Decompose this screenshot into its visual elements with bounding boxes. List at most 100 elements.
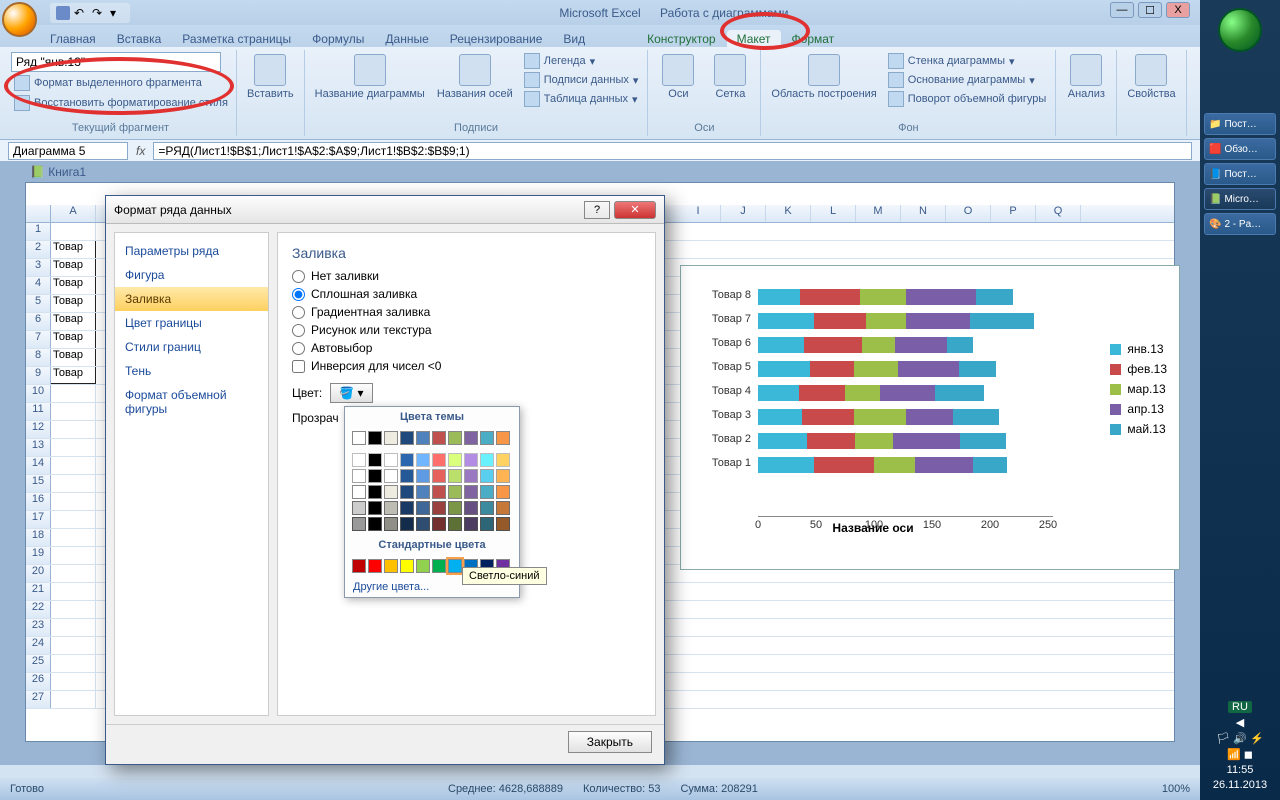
color-swatch[interactable] [416,431,430,445]
dialog-close-footer-button[interactable]: Закрыть [568,731,652,753]
color-swatch[interactable] [416,469,430,483]
color-swatch[interactable] [352,431,366,445]
color-swatch[interactable] [432,485,446,499]
chart-element-selector[interactable] [11,52,221,72]
nav-border-style[interactable]: Стили границ [115,335,268,359]
3d-rotation-button[interactable]: Поворот объемной фигуры [885,90,1050,108]
dialog-close-button[interactable]: ✕ [614,201,656,219]
chart-floor-button[interactable]: Основание диаграммы ▾ [885,71,1050,89]
color-swatch[interactable] [400,469,414,483]
qat-dropdown-icon[interactable]: ▾ [110,6,124,20]
color-swatch[interactable] [400,501,414,515]
color-swatch[interactable] [496,517,510,531]
dialog-titlebar[interactable]: Формат ряда данных ? ✕ [106,196,664,224]
taskbar-item[interactable]: 🎨 2 - Pa… [1204,213,1276,235]
save-icon[interactable] [56,6,70,20]
tab-page-layout[interactable]: Разметка страницы [172,30,301,47]
taskbar-item[interactable]: 🟥 Обзо… [1204,138,1276,160]
tray-icons[interactable]: 🏳 🔊 ⚡ [1200,732,1280,745]
color-swatch[interactable] [384,559,398,573]
color-swatch[interactable] [480,469,494,483]
col-N[interactable]: N [901,205,946,222]
radio-gradient-fill[interactable]: Градиентная заливка [292,303,641,321]
color-swatch[interactable] [464,469,478,483]
color-swatch[interactable] [432,517,446,531]
color-swatch[interactable] [368,485,382,499]
color-swatch[interactable] [432,453,446,467]
color-swatch[interactable] [416,501,430,515]
color-swatch[interactable] [496,453,510,467]
col-J[interactable]: J [721,205,766,222]
col-A[interactable]: A [51,205,96,222]
tab-format[interactable]: Формат [782,30,845,47]
analysis-button[interactable]: Анализ [1062,52,1110,102]
axes-button[interactable]: Оси [654,52,702,102]
color-swatch[interactable] [368,517,382,531]
data-labels-button[interactable]: Подписи данных ▾ [521,71,642,89]
legend-button[interactable]: Легенда ▾ [521,52,642,70]
col-M[interactable]: M [856,205,901,222]
color-swatch[interactable] [480,485,494,499]
clock-time[interactable]: 11:55 [1200,764,1280,776]
tab-maket[interactable]: Макет [727,30,781,47]
color-swatch[interactable] [384,431,398,445]
office-button[interactable] [2,2,37,37]
properties-button[interactable]: Свойства [1123,52,1179,102]
nav-border-color[interactable]: Цвет границы [115,311,268,335]
color-swatch[interactable] [384,469,398,483]
dialog-help-button[interactable]: ? [584,201,610,219]
color-swatch[interactable] [448,501,462,515]
chart-title-button[interactable]: Название диаграммы [311,52,429,102]
color-swatch[interactable] [352,453,366,467]
color-swatch[interactable] [384,453,398,467]
color-swatch[interactable] [416,453,430,467]
start-button[interactable] [1218,8,1262,52]
color-swatch[interactable] [368,431,382,445]
color-swatch[interactable] [368,501,382,515]
quick-access-toolbar[interactable]: ↶ ↷ ▾ [50,3,130,23]
color-swatch[interactable] [496,469,510,483]
color-swatch[interactable] [368,469,382,483]
reset-style-button[interactable]: Восстановить форматирование стиля [11,94,231,112]
color-swatch[interactable] [384,485,398,499]
color-swatch[interactable] [480,431,494,445]
gridlines-button[interactable]: Сетка [706,52,754,102]
color-swatch[interactable] [496,501,510,515]
color-swatch[interactable] [400,453,414,467]
color-swatch[interactable] [480,501,494,515]
taskbar-item[interactable]: 📗 Micro… [1204,188,1276,210]
color-swatch[interactable] [464,431,478,445]
color-swatch[interactable] [384,501,398,515]
tab-constructor[interactable]: Конструктор [637,30,725,47]
color-swatch[interactable] [352,559,366,573]
color-swatch[interactable] [496,485,510,499]
close-button[interactable]: X [1166,2,1190,18]
color-swatch[interactable] [352,501,366,515]
color-swatch[interactable] [432,559,446,573]
col-K[interactable]: K [766,205,811,222]
color-swatch[interactable] [400,431,414,445]
tab-data[interactable]: Данные [375,30,438,47]
col-O[interactable]: O [946,205,991,222]
status-zoom[interactable]: 100% [1162,783,1190,795]
nav-params[interactable]: Параметры ряда [115,239,268,263]
format-selection-button[interactable]: Формат выделенного фрагмента [11,74,205,92]
color-swatch[interactable] [480,517,494,531]
chart-wall-button[interactable]: Стенка диаграммы ▾ [885,52,1050,70]
data-table-button[interactable]: Таблица данных ▾ [521,90,642,108]
tab-insert[interactable]: Вставка [107,30,172,47]
color-swatch[interactable] [448,431,462,445]
color-swatch[interactable] [368,559,382,573]
color-swatch[interactable] [352,485,366,499]
formula-input[interactable] [153,142,1192,160]
color-swatch[interactable] [448,559,462,573]
color-swatch[interactable] [400,559,414,573]
color-swatch[interactable] [416,559,430,573]
col-L[interactable]: L [811,205,856,222]
radio-picture-fill[interactable]: Рисунок или текстура [292,321,641,339]
color-swatch[interactable] [464,517,478,531]
minimize-button[interactable]: — [1110,2,1134,18]
color-swatch[interactable] [400,485,414,499]
tab-home[interactable]: Главная [40,30,106,47]
color-swatch[interactable] [384,517,398,531]
